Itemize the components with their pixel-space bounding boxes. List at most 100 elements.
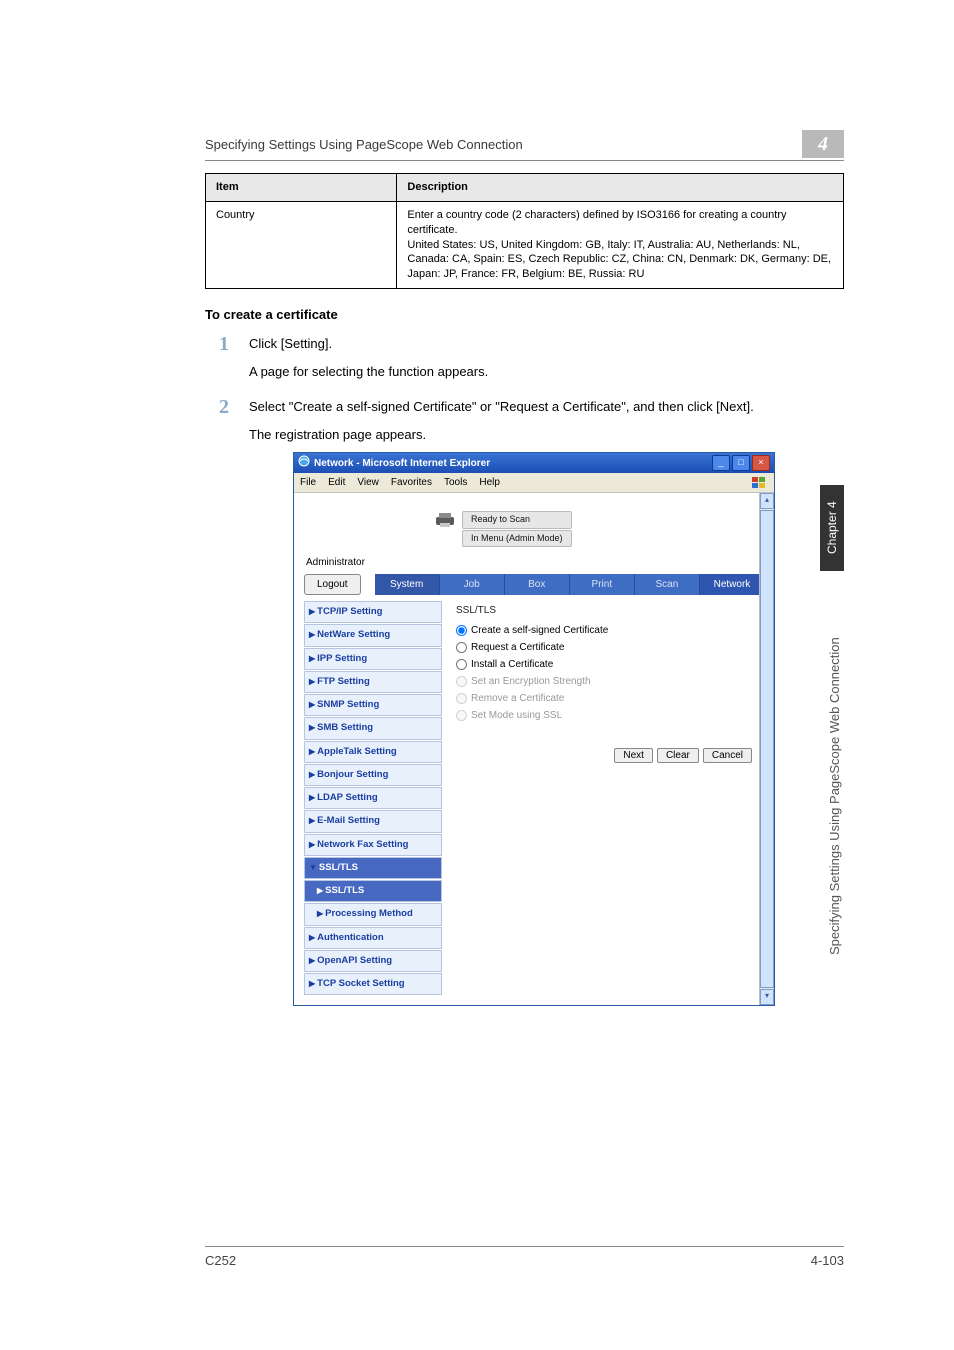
sidebar-item-openapi[interactable]: ▶OpenAPI Setting	[304, 950, 442, 972]
sidebar-item-ftp[interactable]: ▶FTP Setting	[304, 671, 442, 693]
scroll-up-button[interactable]: ▴	[760, 493, 774, 509]
table-header-description: Description	[397, 174, 844, 202]
tab-system[interactable]: System	[375, 574, 440, 595]
sidebar-item-bonjour[interactable]: ▶Bonjour Setting	[304, 764, 442, 786]
sidebar-item-netfax[interactable]: ▶Network Fax Setting	[304, 834, 442, 856]
triangle-icon: ▶	[309, 793, 315, 802]
triangle-icon: ▶	[309, 747, 315, 756]
radio-encryption-strength	[456, 676, 467, 687]
tab-box[interactable]: Box	[505, 574, 570, 595]
status-text-1: Ready to Scan	[462, 511, 572, 529]
settings-sidebar: ▶TCP/IP Setting ▶NetWare Setting ▶IPP Se…	[304, 601, 442, 995]
sidebar-item-processing-method[interactable]: ▶Processing Method	[304, 903, 442, 925]
step-text: A page for selecting the function appear…	[249, 362, 844, 382]
sidebar-item-tcpsocket[interactable]: ▶TCP Socket Setting	[304, 973, 442, 995]
option-self-signed[interactable]: Create a self-signed Certificate	[456, 622, 758, 639]
radio-request-cert[interactable]	[456, 642, 467, 653]
maximize-button[interactable]: □	[732, 455, 750, 471]
device-status: Ready to Scan In Menu (Admin Mode)	[304, 497, 764, 547]
option-encryption-strength: Set an Encryption Strength	[456, 673, 758, 690]
radio-self-signed[interactable]	[456, 625, 467, 636]
side-label: Specifying Settings Using PageScope Web …	[827, 595, 842, 955]
triangle-down-icon: ▼	[309, 863, 317, 872]
cancel-button[interactable]: Cancel	[703, 748, 752, 763]
sidebar-item-authentication[interactable]: ▶Authentication	[304, 927, 442, 949]
browser-window: Network - Microsoft Internet Explorer _ …	[293, 452, 775, 1006]
option-remove-cert: Remove a Certificate	[456, 690, 758, 707]
printer-icon	[434, 511, 456, 534]
clear-button[interactable]: Clear	[657, 748, 699, 763]
menu-file[interactable]: File	[300, 475, 316, 490]
tab-network[interactable]: Network	[700, 574, 764, 595]
step-1: 1 Click [Setting]. A page for selecting …	[205, 334, 844, 389]
option-label: Install a Certificate	[471, 657, 553, 672]
triangle-icon: ▶	[309, 979, 315, 988]
ie-icon	[298, 455, 310, 472]
logout-button[interactable]: Logout	[304, 574, 361, 595]
section-number-badge: 4	[802, 130, 844, 158]
triangle-icon: ▶	[309, 770, 315, 779]
triangle-icon: ▶	[309, 840, 315, 849]
sidebar-item-netware[interactable]: ▶NetWare Setting	[304, 624, 442, 646]
page-footer: C252 4-103	[205, 1246, 844, 1268]
minimize-button[interactable]: _	[712, 455, 730, 471]
close-button[interactable]: ×	[752, 455, 770, 471]
panel-title: SSL/TLS	[456, 603, 758, 618]
window-titlebar[interactable]: Network - Microsoft Internet Explorer _ …	[294, 453, 774, 473]
menu-favorites[interactable]: Favorites	[391, 475, 432, 490]
triangle-icon: ▶	[309, 654, 315, 663]
menu-tools[interactable]: Tools	[444, 475, 467, 490]
step-number: 2	[205, 397, 229, 417]
sidebar-item-appletalk[interactable]: ▶AppleTalk Setting	[304, 741, 442, 763]
administrator-label: Administrator	[306, 555, 764, 570]
radio-remove-cert	[456, 693, 467, 704]
radio-install-cert[interactable]	[456, 659, 467, 670]
sidebar-item-tcpip[interactable]: ▶TCP/IP Setting	[304, 601, 442, 623]
triangle-icon: ▶	[309, 700, 315, 709]
triangle-icon: ▶	[309, 677, 315, 686]
step-text: The registration page appears.	[249, 425, 844, 445]
sidebar-item-snmp[interactable]: ▶SNMP Setting	[304, 694, 442, 716]
option-install-cert[interactable]: Install a Certificate	[456, 656, 758, 673]
tab-bar: System Job Box Print Scan Network	[375, 574, 764, 595]
step-text: Click [Setting].	[249, 334, 844, 354]
menu-bar[interactable]: File Edit View Favorites Tools Help	[294, 473, 774, 493]
option-request-cert[interactable]: Request a Certificate	[456, 639, 758, 656]
subheading: To create a certificate	[205, 307, 844, 322]
triangle-icon: ▶	[309, 816, 315, 825]
sidebar-item-ssltls-child[interactable]: ▶SSL/TLS	[304, 880, 442, 902]
table-cell-description: Enter a country code (2 characters) defi…	[397, 201, 844, 288]
table-cell-item: Country	[206, 201, 397, 288]
menu-help[interactable]: Help	[479, 475, 500, 490]
menu-edit[interactable]: Edit	[328, 475, 345, 490]
tab-scan[interactable]: Scan	[635, 574, 700, 595]
sidebar-item-ldap[interactable]: ▶LDAP Setting	[304, 787, 442, 809]
tab-print[interactable]: Print	[570, 574, 635, 595]
sidebar-item-email[interactable]: ▶E-Mail Setting	[304, 810, 442, 832]
sidebar-item-ipp[interactable]: ▶IPP Setting	[304, 648, 442, 670]
table-header-item: Item	[206, 174, 397, 202]
triangle-icon: ▶	[309, 607, 315, 616]
triangle-icon: ▶	[309, 723, 315, 732]
menu-view[interactable]: View	[357, 475, 379, 490]
step-number: 1	[205, 334, 229, 354]
window-title: Network - Microsoft Internet Explorer	[314, 456, 712, 471]
option-label: Request a Certificate	[471, 640, 564, 655]
triangle-icon: ▶	[317, 909, 323, 918]
step-text: Select "Create a self-signed Certificate…	[249, 397, 844, 417]
browser-viewport: ▴ ▾ Ready to Scan In Menu (Admin Mode)	[294, 493, 774, 1005]
chapter-tab: Chapter 4	[820, 485, 844, 571]
status-text-2: In Menu (Admin Mode)	[462, 530, 572, 548]
tab-job[interactable]: Job	[440, 574, 505, 595]
option-set-mode-ssl: Set Mode using SSL	[456, 707, 758, 724]
scroll-thumb[interactable]	[760, 510, 774, 988]
scroll-down-button[interactable]: ▾	[760, 989, 774, 1005]
sidebar-item-ssltls-parent[interactable]: ▼SSL/TLS	[304, 857, 442, 879]
footer-right: 4-103	[811, 1253, 844, 1268]
windows-flag-icon	[750, 476, 768, 490]
option-label: Set an Encryption Strength	[471, 674, 591, 689]
next-button[interactable]: Next	[614, 748, 653, 763]
sidebar-item-smb[interactable]: ▶SMB Setting	[304, 717, 442, 739]
triangle-icon: ▶	[309, 956, 315, 965]
vertical-scrollbar[interactable]: ▴ ▾	[759, 493, 774, 1005]
